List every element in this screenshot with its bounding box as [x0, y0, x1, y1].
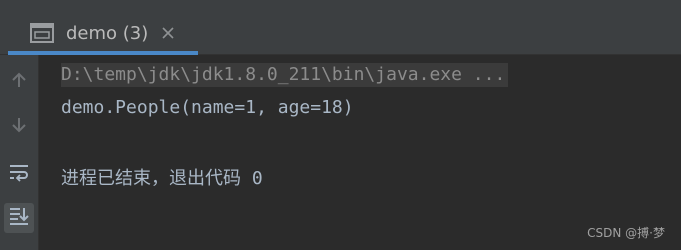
- tab-demo[interactable]: demo (3): [8, 11, 198, 55]
- arrow-down-icon: [9, 115, 29, 139]
- process-exit-message: 进程已结束，退出代码 0: [61, 168, 263, 189]
- tab-label: demo (3): [66, 22, 149, 44]
- arrow-up-icon: [9, 70, 29, 94]
- program-output-line: demo.People(name=1, age=18): [61, 97, 354, 118]
- watermark: CSDN @搏·梦: [587, 226, 665, 240]
- down-button[interactable]: [4, 112, 34, 142]
- run-console-window: demo (3) D:\temp\jdk\jdk1.8.0_211\bin\ja…: [0, 0, 681, 250]
- soft-wrap-button[interactable]: [4, 159, 34, 189]
- scroll-to-end-button[interactable]: [4, 203, 34, 233]
- console-output[interactable]: D:\temp\jdk\jdk1.8.0_211\bin\java.exe ..…: [40, 55, 681, 250]
- close-icon[interactable]: [160, 25, 176, 41]
- console-window-icon: [30, 23, 54, 43]
- command-line[interactable]: D:\temp\jdk\jdk1.8.0_211\bin\java.exe ..…: [61, 63, 509, 87]
- soft-wrap-icon: [8, 162, 30, 186]
- tab-bar: demo (3): [0, 0, 681, 55]
- console-toolbar: [0, 55, 39, 250]
- up-button[interactable]: [4, 67, 34, 97]
- scroll-to-end-icon: [8, 206, 30, 230]
